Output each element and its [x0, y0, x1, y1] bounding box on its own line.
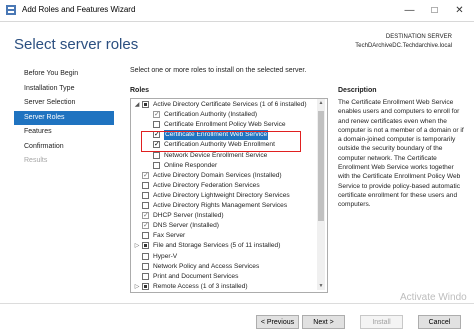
- role-item[interactable]: Fax Server: [131, 231, 317, 241]
- role-label: Certification Authority (Installed): [164, 111, 258, 119]
- install-button: Install: [360, 315, 403, 329]
- nav-installation-type[interactable]: Installation Type: [14, 82, 114, 97]
- roles-label: Roles: [130, 87, 150, 94]
- role-checkbox[interactable]: [142, 232, 149, 240]
- role-checkbox[interactable]: [142, 202, 149, 209]
- role-label: Active Directory Lightweight Directory S…: [153, 191, 290, 199]
- description-label: Description: [338, 87, 377, 94]
- role-item[interactable]: ▷ File and Storage Services (5 of 11 inst…: [131, 241, 317, 251]
- role-checkbox[interactable]: [142, 282, 149, 290]
- maximize-button[interactable]: □: [422, 0, 447, 21]
- role-label: Remote Access (1 of 3 installed): [153, 282, 248, 290]
- role-item[interactable]: ✓ Certification Authority (Installed): [131, 110, 317, 120]
- annotation-highlight-box: [141, 131, 301, 152]
- wizard-navigation: Before You Begin Installation Type Serve…: [14, 67, 114, 169]
- role-checkbox[interactable]: [142, 262, 149, 270]
- scroll-up-arrow-icon[interactable]: ▲: [317, 99, 325, 107]
- cancel-button[interactable]: Cancel: [418, 315, 461, 329]
- role-label: File and Storage Services (5 of 11 insta…: [153, 242, 281, 250]
- role-checkbox[interactable]: [142, 191, 149, 199]
- scroll-thumb[interactable]: [318, 111, 324, 221]
- roles-scrollbar[interactable]: ▲ ▼: [317, 99, 325, 290]
- role-checkbox[interactable]: [142, 181, 149, 189]
- role-item[interactable]: Active Directory Federation Services: [131, 181, 317, 191]
- minimize-button[interactable]: —: [397, 0, 422, 21]
- nav-server-selection[interactable]: Server Selection: [14, 96, 114, 111]
- role-label: Fax Server: [153, 232, 186, 240]
- role-checkbox[interactable]: [153, 161, 160, 169]
- role-label: Network Policy and Access Services: [153, 262, 260, 270]
- role-item[interactable]: Online Responder: [131, 161, 317, 171]
- role-label: Network Device Enrollment Service: [164, 151, 268, 159]
- close-button[interactable]: ✕: [447, 0, 472, 21]
- role-item[interactable]: Active Directory Lightweight Directory S…: [131, 191, 317, 201]
- expand-arrow-icon[interactable]: ▷: [134, 282, 140, 292]
- role-label: Certificate Enrollment Policy Web Servic…: [164, 121, 286, 129]
- role-checkbox[interactable]: ✓: [153, 111, 160, 119]
- footer-divider: [0, 303, 474, 304]
- server-manager-icon: [6, 5, 16, 15]
- window-title: Add Roles and Features Wizard: [22, 5, 136, 14]
- scroll-down-arrow-icon[interactable]: ▼: [317, 282, 325, 290]
- destination-label: DESTINATION SERVER: [385, 34, 452, 40]
- nav-features[interactable]: Features: [14, 125, 114, 140]
- role-label: DNS Server (Installed): [153, 222, 219, 230]
- destination-server-name: TechDArchiveDC.Techdarchive.local: [355, 43, 452, 49]
- role-item[interactable]: ◢ Active Directory Certificate Services (…: [131, 100, 317, 110]
- roles-list[interactable]: ◢ Active Directory Certificate Services (…: [130, 98, 328, 293]
- role-checkbox[interactable]: [142, 252, 149, 260]
- role-checkbox[interactable]: [142, 242, 149, 250]
- role-checkbox[interactable]: ✓: [142, 212, 149, 220]
- role-label: Active Directory Federation Services: [153, 181, 260, 189]
- nav-before-you-begin[interactable]: Before You Begin: [14, 67, 114, 82]
- role-item[interactable]: Hyper-V: [131, 252, 317, 262]
- nav-server-roles[interactable]: Server Roles: [14, 110, 114, 125]
- role-checkbox[interactable]: [142, 272, 149, 280]
- role-checkbox[interactable]: ✓: [142, 222, 149, 230]
- role-item[interactable]: ✓ Active Directory Domain Services (Insta…: [131, 171, 317, 181]
- role-item[interactable]: ▷ Remote Access (1 of 3 installed): [131, 282, 317, 292]
- role-checkbox[interactable]: [153, 151, 160, 159]
- role-label: Active Directory Rights Management Servi…: [153, 202, 288, 209]
- role-item[interactable]: ✓ DHCP Server (Installed): [131, 211, 317, 221]
- activation-watermark: Activate Windo: [400, 292, 467, 303]
- role-item[interactable]: Network Device Enrollment Service: [131, 151, 317, 161]
- role-label: Active Directory Certificate Services (1…: [153, 101, 307, 108]
- role-item[interactable]: ✓ DNS Server (Installed): [131, 221, 317, 231]
- description-text: The Certificate Enrollment Web Service e…: [338, 99, 464, 209]
- role-checkbox[interactable]: [153, 121, 160, 129]
- role-checkbox[interactable]: ✓: [142, 171, 149, 179]
- next-button[interactable]: Next >: [302, 315, 345, 329]
- expand-arrow-icon[interactable]: ▷: [134, 241, 140, 251]
- role-item[interactable]: Active Directory Rights Management Servi…: [131, 201, 317, 211]
- instruction-text: Select one or more roles to install on t…: [130, 67, 307, 74]
- role-checkbox[interactable]: [142, 101, 149, 108]
- nav-results: Results: [24, 157, 48, 164]
- role-label: Active Directory Domain Services (Instal…: [153, 171, 282, 179]
- role-label: Online Responder: [164, 161, 218, 169]
- role-item[interactable]: Print and Document Services: [131, 272, 317, 282]
- role-label: DHCP Server (Installed): [153, 212, 224, 220]
- destination-server-info: DESTINATION SERVER TechDArchiveDC.Techda…: [355, 33, 452, 51]
- nav-confirmation[interactable]: Confirmation: [14, 140, 114, 155]
- title-bar: Add Roles and Features Wizard — □ ✕: [0, 0, 474, 22]
- page-title: Select server roles: [14, 36, 139, 53]
- role-item[interactable]: Certificate Enrollment Policy Web Servic…: [131, 120, 317, 130]
- previous-button[interactable]: < Previous: [256, 315, 299, 329]
- role-label: Hyper-V: [153, 252, 178, 260]
- role-label: Print and Document Services: [153, 272, 239, 280]
- collapse-arrow-icon[interactable]: ◢: [134, 100, 140, 110]
- role-item[interactable]: Network Policy and Access Services: [131, 262, 317, 272]
